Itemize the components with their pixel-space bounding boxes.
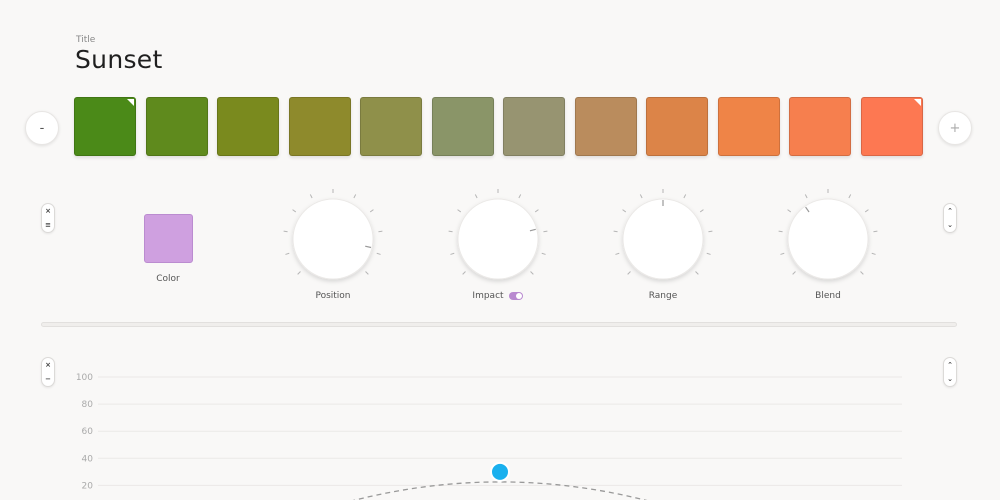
knob-tick	[695, 271, 699, 275]
knob-tick	[518, 194, 522, 199]
knob-dial[interactable]	[622, 198, 704, 280]
knob-blend[interactable]	[768, 179, 888, 299]
palette-swatch[interactable]	[574, 97, 637, 156]
title-label: Title	[76, 35, 96, 45]
knob-tick	[706, 252, 711, 255]
knob-tick	[283, 230, 288, 233]
panel-scroll-top: ⌃ ⌄	[943, 203, 957, 233]
knob-position[interactable]	[273, 179, 393, 299]
scroll-down-button[interactable]: ⌄	[944, 218, 956, 232]
scroll-up-button[interactable]: ⌃	[944, 204, 956, 218]
knob-tick	[871, 252, 876, 255]
palette-swatch[interactable]	[717, 97, 780, 156]
panel-tools-top: × ≡	[41, 203, 55, 233]
knob-tick	[780, 252, 785, 255]
knob-tick	[873, 230, 878, 233]
minus-icon: -	[39, 120, 45, 136]
knob-tick	[457, 209, 462, 213]
knob-tick	[622, 209, 627, 213]
curve-control-point[interactable]	[490, 461, 510, 482]
knob-tick	[309, 194, 313, 199]
knob-tick	[627, 271, 631, 275]
knob-tick	[699, 209, 704, 213]
knob-tick	[778, 230, 783, 233]
y-tick-label: 80	[82, 400, 94, 410]
knob-tick	[534, 209, 539, 213]
knob-label: Position	[315, 291, 351, 301]
knob-tick	[683, 194, 687, 199]
knob-dial[interactable]	[457, 198, 539, 280]
palette-swatch[interactable]	[860, 97, 923, 156]
knob-tick	[365, 271, 369, 275]
envelope-curve	[352, 481, 648, 500]
knob-tick	[541, 252, 546, 255]
plus-icon: +	[949, 120, 961, 136]
knob-tick	[787, 209, 792, 213]
knob-tick	[285, 252, 290, 255]
knob-tick	[474, 194, 478, 199]
knob-tick	[792, 271, 796, 275]
knob-tick	[543, 230, 548, 233]
knob-tick	[864, 209, 869, 213]
close-icon: ×	[45, 207, 51, 215]
curve-graph[interactable]: 100 80 60 40 20	[0, 330, 1000, 500]
y-tick-label: 100	[76, 373, 93, 383]
knob-tick	[804, 194, 808, 199]
palette-swatch[interactable]	[74, 97, 136, 156]
section-divider	[41, 322, 957, 327]
knob-tick	[708, 230, 713, 233]
knob-label: Impact	[472, 291, 504, 301]
swatch-row	[74, 97, 924, 157]
drag-handle[interactable]: ≡	[42, 218, 54, 232]
knob-tick	[462, 271, 466, 275]
knob-impact[interactable]	[438, 179, 558, 299]
palette-swatch[interactable]	[503, 97, 565, 156]
knob-tick	[353, 194, 357, 199]
knob-dial[interactable]	[787, 198, 869, 280]
impact-toggle[interactable]	[509, 292, 523, 300]
knob-tick	[376, 252, 381, 255]
selected-corner-marker	[913, 99, 921, 106]
knob-tick	[378, 230, 383, 233]
y-tick-label: 60	[82, 427, 94, 437]
knob-tick	[292, 209, 297, 213]
color-picker-swatch[interactable]	[144, 214, 193, 263]
color-label: Color	[156, 274, 180, 284]
knob-tick	[450, 252, 455, 255]
knob-tick	[848, 194, 852, 199]
knob-tick	[860, 271, 864, 275]
knob-tick	[369, 209, 374, 213]
knob-tick	[448, 230, 453, 233]
palette-swatch[interactable]	[217, 97, 279, 156]
palette-swatch[interactable]	[288, 97, 351, 156]
palette-swatch[interactable]	[360, 97, 422, 156]
knob-tick	[615, 252, 620, 255]
y-tick-label: 20	[82, 481, 94, 491]
palette-swatch[interactable]	[646, 97, 708, 156]
chevron-down-icon: ⌄	[947, 221, 953, 229]
remove-swatch-button[interactable]: -	[25, 111, 59, 145]
toggle-thumb	[516, 293, 522, 299]
knob-range[interactable]	[603, 179, 723, 299]
drag-handle-icon: ≡	[45, 221, 51, 229]
add-swatch-button[interactable]: +	[938, 111, 972, 145]
close-panel-button[interactable]: ×	[42, 204, 54, 218]
palette-swatch[interactable]	[145, 97, 208, 156]
knob-tick	[297, 271, 301, 275]
knob-dial[interactable]	[292, 198, 374, 280]
knob-label: Range	[648, 291, 678, 301]
knob-tick	[639, 194, 643, 199]
knob-tick	[613, 230, 618, 233]
palette-swatch[interactable]	[789, 97, 851, 156]
knob-label: Blend	[815, 291, 841, 301]
page-title[interactable]: Sunset	[75, 45, 163, 74]
knob-tick	[530, 271, 534, 275]
selected-corner-marker	[127, 99, 134, 106]
chevron-up-icon: ⌃	[947, 207, 953, 215]
palette-swatch[interactable]	[431, 97, 494, 156]
y-tick-label: 40	[82, 454, 94, 464]
